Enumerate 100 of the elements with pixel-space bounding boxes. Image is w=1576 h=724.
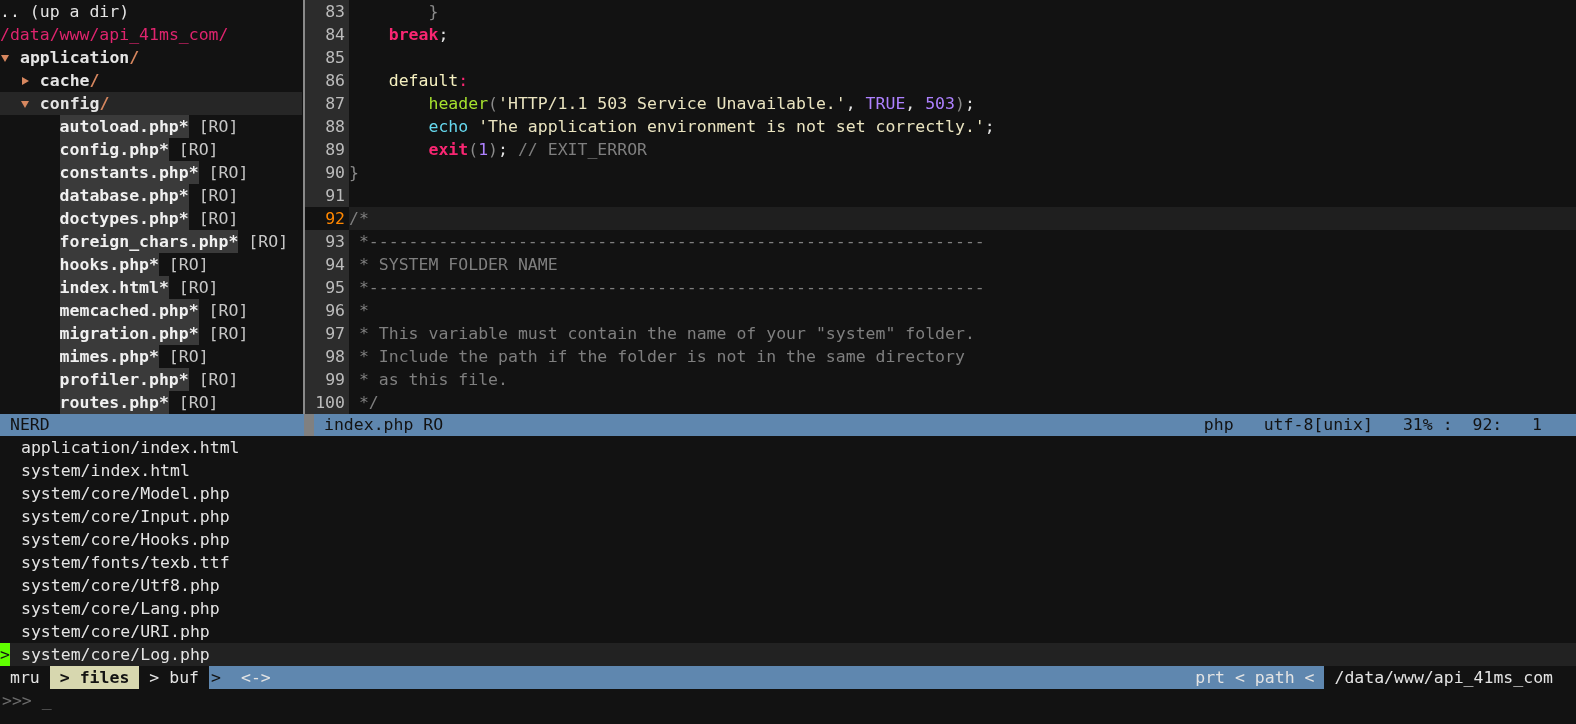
readonly-label: [RO]	[168, 346, 209, 368]
line-number: 85	[305, 46, 349, 69]
line-number: 97	[305, 322, 349, 345]
readonly-label: [RO]	[208, 162, 249, 184]
line-number: 86	[305, 69, 349, 92]
code-token: default	[387, 71, 459, 90]
readonly-label: [RO]	[248, 231, 289, 253]
code-token: (	[488, 94, 498, 113]
file-path[interactable]: system/index.html	[21, 459, 190, 482]
readonly-label: [RO]	[198, 369, 239, 391]
line-number: 87	[305, 92, 349, 115]
code-token: header	[427, 94, 489, 113]
code-token: ;	[438, 25, 449, 44]
code-token: TRUE	[864, 94, 906, 113]
code-token: 503	[924, 94, 955, 113]
code-token: echo	[427, 117, 469, 136]
readonly-label: [RO]	[168, 254, 209, 276]
line-number: 94	[305, 253, 349, 276]
code-token: // EXIT_ERROR	[516, 140, 648, 159]
search-mode: prt < path <	[1195, 667, 1316, 689]
caret-icon[interactable]	[19, 98, 30, 109]
line-number: 83	[305, 0, 349, 23]
file-name[interactable]: constants.php*	[59, 161, 199, 184]
line-number: 89	[305, 138, 349, 161]
code-token: *--------------------------------------------------------------	[357, 232, 985, 251]
file-name[interactable]: database.php*	[59, 184, 189, 207]
code-token: ;	[984, 117, 995, 136]
file-status: index.php RO	[323, 414, 445, 436]
file-path[interactable]: system/core/Hooks.php	[21, 528, 230, 551]
readonly-label: [RO]	[208, 300, 249, 322]
file-name[interactable]: config.php*	[59, 138, 169, 161]
code-token: *--------------------------------------------------------------	[357, 278, 985, 297]
code-token: (	[468, 140, 479, 159]
caret-icon[interactable]	[19, 75, 30, 86]
line-number: 95	[305, 276, 349, 299]
status-item: utf-8[unix]	[1263, 414, 1373, 436]
selection-marker: >	[0, 643, 10, 666]
code-token: }	[349, 163, 359, 182]
code-token: *	[357, 301, 369, 320]
code-token: 1	[478, 140, 489, 159]
line-number: 84	[305, 23, 349, 46]
file-name[interactable]: doctypes.php*	[59, 207, 189, 230]
readonly-label: [RO]	[198, 185, 239, 207]
status-item: php	[1203, 414, 1234, 436]
code-token: }	[427, 2, 439, 21]
file-path[interactable]: application/index.html	[21, 436, 240, 459]
code-token: * Include the path if the folder is not in the same directory	[357, 347, 965, 366]
mode-tab[interactable]: mru	[0, 666, 50, 689]
line-number: 91	[305, 184, 349, 207]
folder-name[interactable]: cache/	[39, 69, 100, 92]
file-name[interactable]: hooks.php*	[59, 253, 159, 276]
root-path: /data/www/api_41ms_com/	[0, 24, 229, 46]
up-dir-entry[interactable]: .. (up a dir)	[0, 0, 130, 23]
code-token: ;	[498, 140, 508, 159]
readonly-label: [RO]	[198, 208, 239, 230]
line-number: 90	[305, 161, 349, 184]
line-number: 100	[305, 391, 349, 414]
code-token: 'HTTP/1.1 503 Service Unavailable.'	[498, 94, 846, 113]
mode-tab[interactable]: > files	[49, 666, 140, 689]
code-token: ;	[964, 94, 975, 113]
file-path[interactable]: system/fonts/texb.ttf	[21, 551, 230, 574]
code-token: 'The application environment is not set correctly.'	[477, 117, 985, 136]
file-name[interactable]: foreign_chars.php*	[59, 230, 239, 253]
line-number: 99	[305, 368, 349, 391]
line-number: 92	[305, 207, 349, 230]
file-name[interactable]: memcached.php*	[59, 299, 199, 322]
file-name[interactable]: routes.php*	[59, 391, 169, 414]
code-token: )	[488, 140, 499, 159]
text-cursor: _	[41, 691, 52, 710]
file-path[interactable]: system/core/Input.php	[21, 505, 230, 528]
file-name[interactable]: mimes.php*	[59, 345, 159, 368]
code-token: :	[458, 71, 469, 90]
folder-name[interactable]: application/	[20, 46, 140, 69]
file-path[interactable]: system/core/Lang.php	[21, 597, 220, 620]
caret-icon[interactable]	[0, 52, 10, 63]
readonly-label: [RO]	[178, 277, 219, 299]
status-item: 31% : 92: 1	[1402, 414, 1542, 436]
file-path[interactable]: system/core/Utf8.php	[21, 574, 220, 597]
file-name[interactable]: index.html*	[59, 276, 169, 299]
file-path[interactable]: system/core/Model.php	[21, 482, 230, 505]
file-path[interactable]: system/core/Log.php	[21, 643, 210, 666]
readonly-label: [RO]	[198, 116, 239, 138]
line-number: 98	[305, 345, 349, 368]
nerdtree-status: NERD	[9, 414, 51, 436]
file-name[interactable]: migration.php*	[59, 322, 199, 345]
working-directory: /data/www/api_41ms_com	[1324, 666, 1576, 689]
segment-separator: >	[210, 667, 221, 689]
file-name[interactable]: profiler.php*	[59, 368, 189, 391]
file-path[interactable]: system/core/URI.php	[21, 620, 210, 643]
code-token: ,	[845, 94, 856, 113]
line-number: 93	[305, 230, 349, 253]
code-token: */	[357, 393, 379, 412]
readonly-label: [RO]	[208, 323, 249, 345]
code-token: exit	[427, 140, 469, 159]
readonly-label: [RO]	[178, 392, 219, 414]
file-name[interactable]: autoload.php*	[59, 115, 189, 138]
code-token: /*	[349, 209, 369, 228]
code-token: * SYSTEM FOLDER NAME	[357, 255, 558, 274]
code-token: ,	[905, 94, 916, 113]
mode-tab[interactable]: > buf	[139, 666, 210, 689]
